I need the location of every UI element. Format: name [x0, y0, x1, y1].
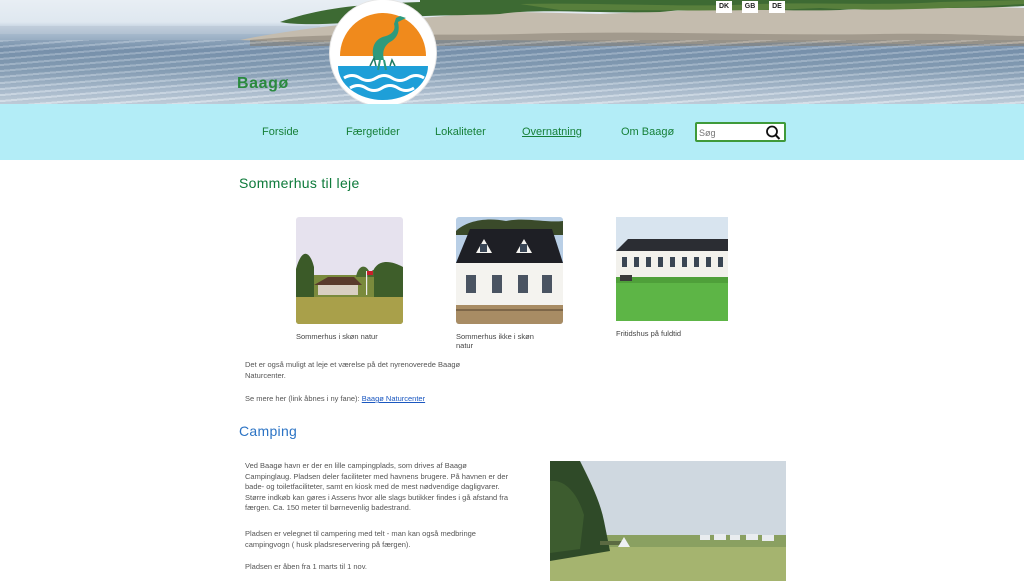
photo-caption: Fritidshus på fuldtid [616, 329, 682, 338]
search-box [695, 122, 786, 142]
main-content: Sommerhus til leje Sommerhus i skøn natu… [0, 160, 1024, 581]
gallery-item: Fritidshus på fuldtid [616, 217, 728, 338]
camping-text-2: Pladsen er velegnet til campering med te… [245, 529, 476, 549]
house-photo [456, 217, 563, 324]
site-brand[interactable]: Baagø [237, 75, 289, 93]
photo-sommerhus-ikke-natur[interactable] [456, 217, 563, 324]
heading-camping: Camping [239, 423, 298, 439]
sea-texture [0, 40, 1024, 104]
naturcenter-link[interactable]: Baagø Naturcenter [362, 394, 425, 403]
naturcenter-text: Det er også muligt at leje et værelse på… [245, 360, 461, 380]
photo-camping[interactable] [550, 461, 786, 581]
photo-sommerhus-natur[interactable] [296, 217, 403, 324]
photo-caption: Sommerhus ikke i skøn natur [456, 332, 534, 350]
nav-overnatning[interactable]: Overnatning [522, 126, 582, 138]
camping-text-3: Pladsen er åben fra 1 marts til 1 nov. [245, 562, 368, 571]
summerhouse-photo [296, 217, 403, 324]
lang-gb-button[interactable]: GB [742, 1, 758, 13]
nav-lokaliteter[interactable]: Lokaliteter [435, 126, 486, 138]
heron-logo[interactable] [330, 0, 436, 106]
gallery-item: Sommerhus i skøn natur [296, 217, 408, 341]
gallery-item: Sommerhus ikke i skøn natur [456, 217, 568, 350]
search-button[interactable] [764, 124, 782, 141]
hero-banner: DK GB DE Baagø [0, 0, 1024, 104]
photo-caption: Sommerhus i skøn natur [296, 332, 378, 341]
nav-forside[interactable]: Forside [262, 126, 299, 138]
main-nav: Forside Færgetider Lokaliteter Overnatni… [0, 104, 1024, 160]
nav-faergetider[interactable]: Færgetider [346, 126, 400, 138]
long-house-photo [616, 217, 728, 321]
lang-de-button[interactable]: DE [769, 1, 785, 13]
photo-fritidshus[interactable] [616, 217, 728, 321]
naturcenter-link-line: Se mere her (link åbnes i ny fane): Baag… [245, 394, 545, 405]
heading-sommerhus: Sommerhus til leje [239, 175, 360, 191]
camping-text-1: Ved Baagø havn er der en lille campingpl… [245, 461, 509, 512]
search-input[interactable] [699, 125, 765, 140]
heron-logo-icon [330, 0, 436, 106]
lang-dk-button[interactable]: DK [716, 1, 732, 13]
camping-photo [550, 461, 786, 581]
search-icon [766, 125, 781, 140]
nav-om-baagoe[interactable]: Om Baagø [621, 126, 674, 138]
link-prefix: Se mere her (link åbnes i ny fane): [245, 394, 362, 403]
